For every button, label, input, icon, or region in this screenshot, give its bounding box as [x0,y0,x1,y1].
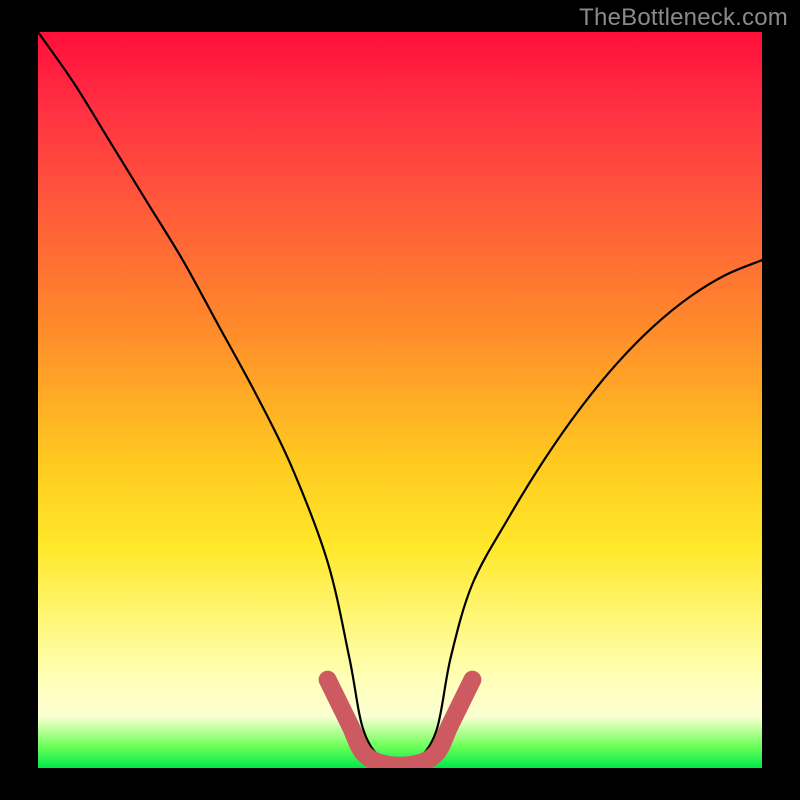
plot-area [38,32,762,768]
chart-frame: TheBottleneck.com [0,0,800,800]
curve-overlay [38,32,762,768]
watermark-text: TheBottleneck.com [579,4,788,32]
main-curve [38,32,762,764]
highlight-band [328,680,473,766]
